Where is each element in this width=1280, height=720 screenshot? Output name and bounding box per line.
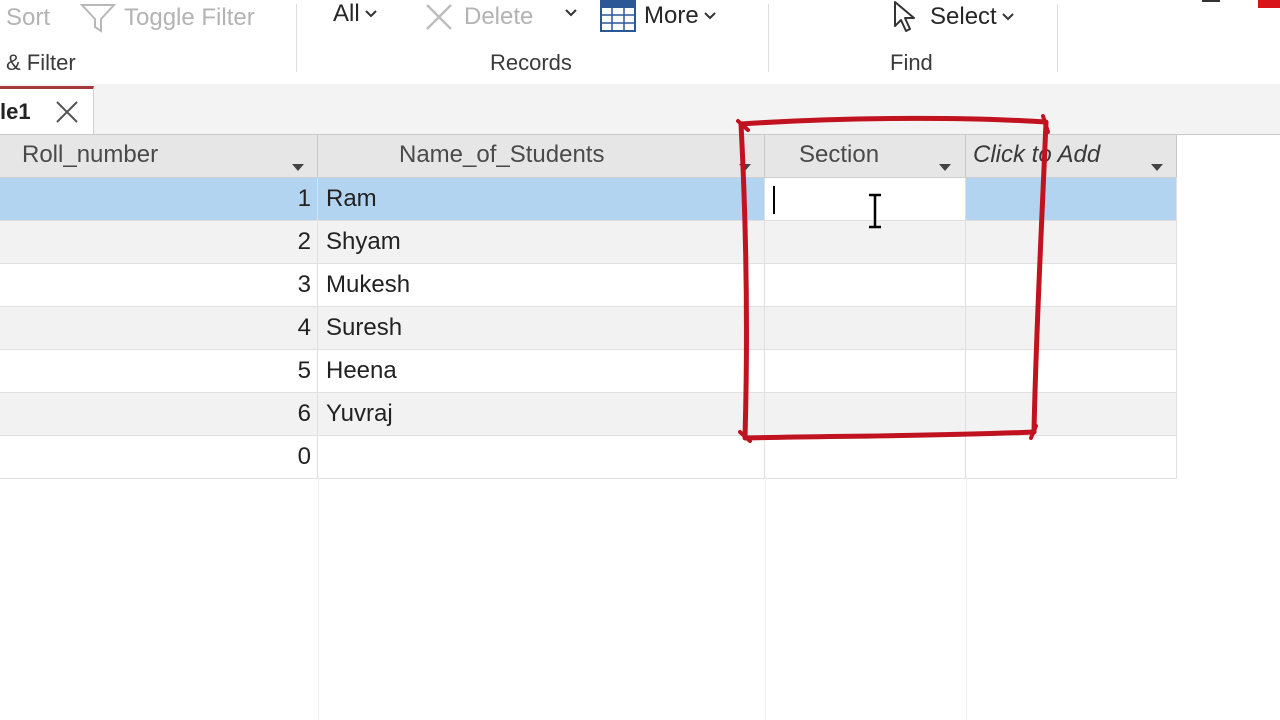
select-label: Select	[930, 3, 997, 30]
column-header-roll-number[interactable]: Roll_number	[0, 135, 318, 178]
column-header-name-of-students[interactable]: Name_of_Students	[318, 135, 765, 178]
datasheet-grid: Roll_number Name_of_Students Section Cli…	[0, 135, 1280, 720]
student-name-cell[interactable]: Yuvraj	[318, 393, 765, 435]
section-cell[interactable]	[765, 307, 966, 349]
filter-funnel-icon	[80, 2, 116, 34]
toggle-filter-label: Toggle Filter	[124, 4, 255, 31]
document-tab-strip: le1	[0, 84, 1280, 135]
sort-button[interactable]: Sort	[6, 4, 50, 32]
roll-number-cell[interactable]: 5	[0, 350, 318, 392]
section-cell[interactable]	[765, 350, 966, 392]
column-header-label: Click to Add	[973, 141, 1101, 168]
more-button[interactable]: More	[600, 0, 717, 32]
table-tab[interactable]: le1	[0, 86, 94, 134]
roll-number-cell[interactable]: 0	[0, 436, 318, 478]
text-caret	[773, 186, 775, 214]
column-header-section[interactable]: Section	[765, 135, 966, 178]
column-header-label: Roll_number	[22, 141, 159, 168]
roll-number-cell[interactable]: 3	[0, 264, 318, 306]
ribbon-separator	[768, 4, 769, 72]
chevron-down-icon	[703, 11, 717, 21]
click-to-add-cell[interactable]	[966, 178, 1177, 220]
minimize-button[interactable]	[1202, 0, 1220, 2]
column-header-label: Name_of_Students	[399, 141, 605, 168]
table-grid-icon	[600, 0, 636, 32]
roll-number-cell[interactable]: 6	[0, 393, 318, 435]
student-name-cell[interactable]: Heena	[318, 350, 765, 392]
click-to-add-cell[interactable]	[966, 436, 1177, 478]
dropdown-arrow-icon[interactable]	[1151, 151, 1163, 179]
roll-number-cell[interactable]: 2	[0, 221, 318, 263]
column-header-label: Section	[799, 141, 880, 168]
roll-number-cell[interactable]: 1	[0, 178, 318, 220]
chevron-down-icon	[364, 9, 378, 19]
records-group-label: Records	[490, 50, 572, 75]
student-name-cell[interactable]: Suresh	[318, 307, 765, 349]
dropdown-arrow-icon[interactable]	[292, 151, 304, 179]
column-guide	[966, 476, 967, 720]
table-row[interactable]: 2 Shyam	[0, 221, 1177, 264]
refresh-all-button[interactable]: All	[333, 0, 378, 28]
chevron-down-icon	[1001, 12, 1015, 22]
tab-label: le1	[0, 99, 31, 124]
table-row[interactable]: 1 Ram	[0, 178, 1177, 221]
refresh-all-label: All	[333, 0, 360, 27]
ribbon-separator	[1057, 4, 1058, 72]
click-to-add-cell[interactable]	[966, 350, 1177, 392]
cursor-arrow-icon	[892, 0, 918, 34]
dropdown-arrow-icon[interactable]	[739, 151, 751, 179]
click-to-add-cell[interactable]	[966, 264, 1177, 306]
section-cell[interactable]	[765, 436, 966, 478]
table-row[interactable]: 5 Heena	[0, 350, 1177, 393]
column-guide	[318, 476, 319, 720]
sort-filter-group-label: & Filter	[6, 50, 76, 75]
new-record-row[interactable]: 0	[0, 436, 1177, 479]
close-window-button[interactable]	[1258, 0, 1280, 8]
table-row[interactable]: 4 Suresh	[0, 307, 1177, 350]
more-label: More	[644, 2, 699, 29]
section-cell[interactable]	[765, 264, 966, 306]
student-name-cell[interactable]	[318, 436, 765, 478]
student-name-cell[interactable]: Ram	[318, 178, 765, 220]
delete-x-icon	[424, 2, 454, 32]
click-to-add-cell[interactable]	[966, 393, 1177, 435]
column-guide	[765, 476, 766, 720]
sort-label: Sort	[6, 4, 51, 31]
column-header-click-to-add[interactable]: Click to Add	[966, 135, 1177, 178]
click-to-add-cell[interactable]	[966, 307, 1177, 349]
select-button[interactable]: Select	[892, 0, 1015, 34]
toggle-filter-button[interactable]: Toggle Filter	[80, 2, 255, 34]
dropdown-arrow-icon[interactable]	[939, 151, 951, 179]
find-group-label: Find	[890, 50, 933, 75]
chevron-down-icon	[564, 8, 578, 18]
delete-label: Delete	[464, 3, 534, 30]
close-icon[interactable]	[54, 99, 80, 130]
table-row[interactable]: 3 Mukesh	[0, 264, 1177, 307]
student-name-cell[interactable]: Shyam	[318, 221, 765, 263]
roll-number-cell[interactable]: 4	[0, 307, 318, 349]
section-cell[interactable]	[765, 393, 966, 435]
delete-button[interactable]: Delete	[424, 2, 533, 32]
ribbon-separator	[296, 4, 297, 72]
click-to-add-cell[interactable]	[966, 221, 1177, 263]
ribbon: Sort Toggle Filter & Filter All Delete M…	[0, 0, 1280, 85]
i-beam-cursor-icon	[866, 193, 884, 234]
table-row[interactable]: 6 Yuvraj	[0, 393, 1177, 436]
student-name-cell[interactable]: Mukesh	[318, 264, 765, 306]
delete-dropdown[interactable]	[560, 8, 578, 18]
